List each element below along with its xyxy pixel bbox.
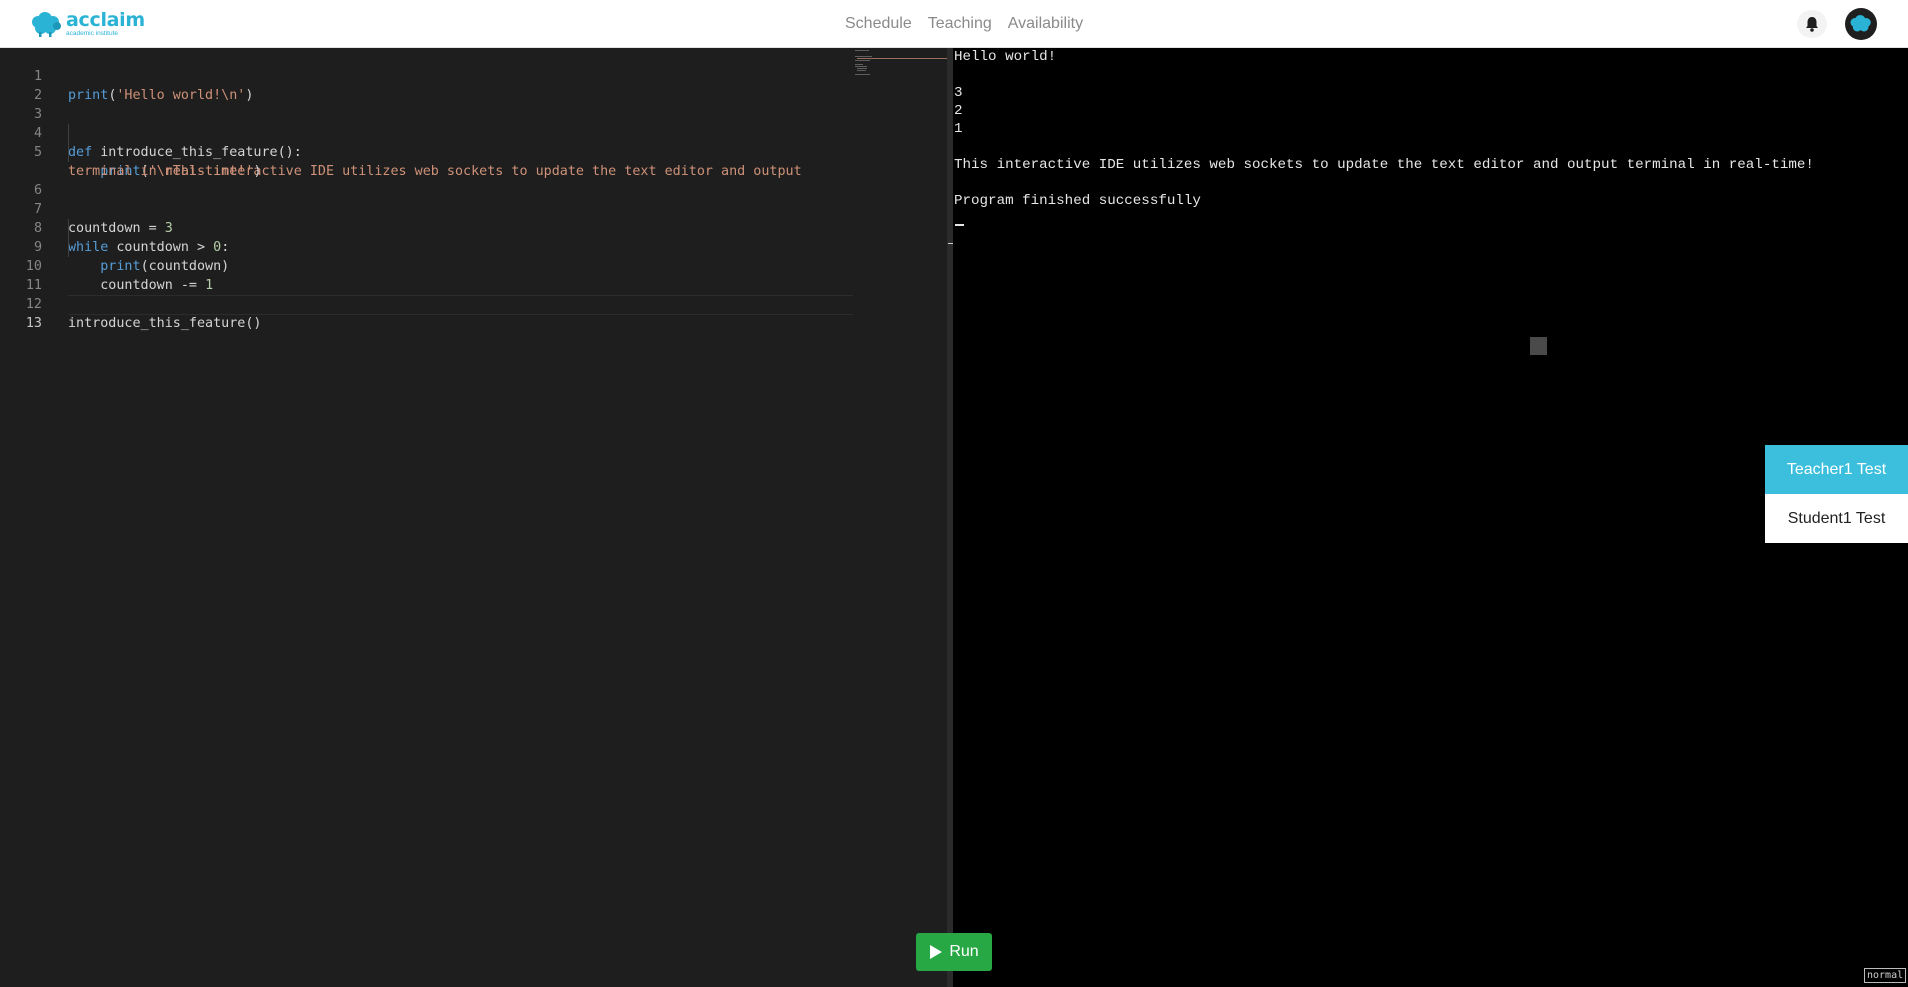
code-editor[interactable]: 1 print('Hello world!\n') 2 3 4 def intr… [0, 48, 947, 987]
terminal-line: 3 [954, 85, 963, 101]
run-button[interactable]: Run [916, 933, 992, 971]
terminal-line: This interactive IDE utilizes web socket… [954, 157, 1814, 173]
nav-teaching[interactable]: Teaching [928, 15, 992, 33]
editor-line: 8 while countdown > 0: [33, 221, 230, 255]
terminal-mode-indicator: normal [1864, 968, 1907, 983]
editor-line: 6 [33, 183, 42, 198]
editor-line: 12 introduce_this_feature() [25, 297, 262, 331]
editor-line: 4 def introduce_this_feature(): [33, 126, 302, 160]
remote-cursor-marker [1530, 337, 1547, 355]
nav-availability[interactable]: Availability [1008, 15, 1083, 33]
editor-line-wrapped: terminal in real-time!') [68, 164, 262, 179]
terminal-line: Hello world! [954, 49, 1057, 65]
bell-icon [1806, 17, 1818, 32]
notifications-button[interactable] [1797, 10, 1827, 38]
indent-guide [68, 219, 69, 257]
editor-line: 10 countdown -= 1 [25, 259, 214, 293]
editor-line: 2 [33, 88, 42, 103]
acclaim-logo[interactable]: acclaim academic institute [30, 10, 145, 38]
user-avatar[interactable] [1845, 8, 1877, 40]
editor-minimap[interactable] [853, 48, 947, 987]
brand-subtitle: academic institute [66, 29, 119, 37]
editor-line: 11 [25, 278, 42, 293]
connected-users-list: Teacher1 Test Student1 Test [1765, 445, 1908, 543]
editor-line: 7 countdown = 3 [33, 202, 173, 236]
indent-guide [68, 124, 69, 162]
user-item-teacher[interactable]: Teacher1 Test [1765, 445, 1908, 494]
main-nav: Schedule Teaching Availability [845, 0, 1099, 48]
run-button-label: Run [949, 943, 979, 960]
user-item-student[interactable]: Student1 Test [1765, 494, 1908, 543]
editor-line: 3 [33, 107, 42, 122]
editor-line: 5 print('\nThis interactive IDE utilizes… [33, 145, 802, 179]
terminal-line: 1 [954, 121, 963, 137]
editor-line: 1 print('Hello world!\n') [33, 69, 254, 103]
user-avatar-icon [1850, 15, 1871, 32]
play-icon [930, 945, 943, 959]
top-navbar: acclaim academic institute Schedule Teac… [0, 0, 1908, 48]
editor-line: 9 print(countdown) [33, 240, 230, 274]
terminal-line: Program finished successfully [954, 193, 1201, 209]
brand-name: acclaim [66, 8, 145, 31]
sheep-logo-icon [32, 12, 61, 37]
terminal-line: 2 [954, 103, 963, 119]
editor-line-current: 13 [25, 316, 42, 331]
terminal-cursor [955, 224, 964, 226]
nav-schedule[interactable]: Schedule [845, 15, 912, 33]
